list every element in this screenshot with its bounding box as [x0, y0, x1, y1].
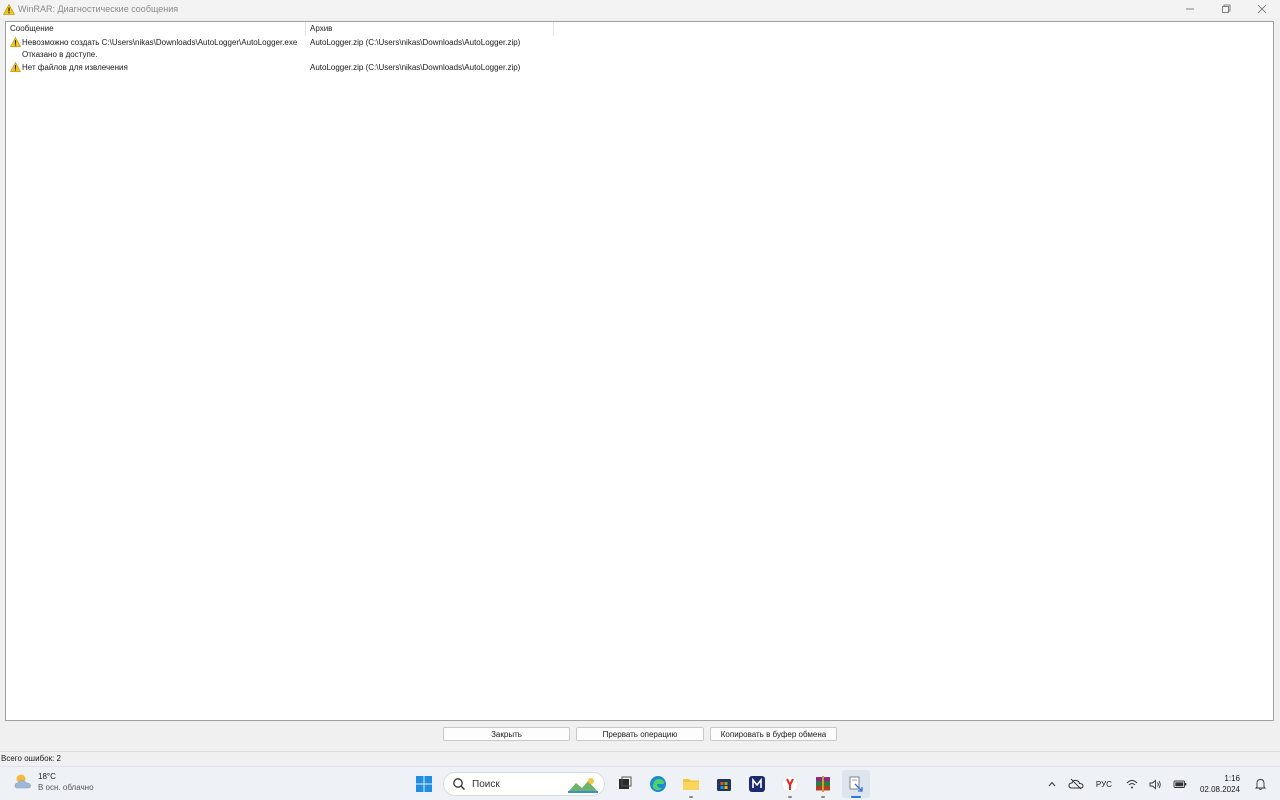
row-archive: AutoLogger.zip (C:\Users\nikas\Downloads…	[310, 62, 521, 72]
taskbar: 18°C В осн. облачно Поиск РУС 1:16 02.08…	[0, 766, 1280, 800]
show-hidden-icons-button[interactable]	[1042, 774, 1062, 794]
taskbar-apps: Поиск	[410, 770, 875, 798]
table-row[interactable]: Отказано в доступе.	[6, 49, 1273, 62]
copy-to-clipboard-button[interactable]: Копировать в буфер обмена	[710, 727, 837, 741]
app-n-icon	[749, 776, 765, 792]
system-clock[interactable]: 1:16 02.08.2024	[1200, 773, 1240, 795]
title-bar: WinRAR: Диагностические сообщения	[0, 0, 1280, 18]
weather-temperature: 18°C	[38, 772, 56, 781]
weather-condition: В осн. облачно	[38, 783, 94, 792]
clock-date: 02.08.2024	[1199, 785, 1240, 794]
row-archive: AutoLogger.zip (C:\Users\nikas\Downloads…	[310, 37, 521, 47]
system-tray: РУС 1:16 02.08.2024	[1042, 767, 1280, 800]
start-button[interactable]	[410, 770, 438, 798]
store-icon	[717, 779, 731, 791]
onedrive-tray-button[interactable]	[1066, 774, 1086, 794]
window-title: WinRAR: Диагностические сообщения	[18, 4, 179, 14]
edge-browser-icon	[650, 776, 666, 792]
close-button[interactable]: Закрыть	[443, 727, 570, 741]
row-message: Отказано в доступе.	[22, 50, 98, 60]
notifications-button[interactable]	[1250, 774, 1270, 794]
task-view-button[interactable]	[611, 770, 639, 798]
search-icon	[453, 778, 465, 790]
restore-icon	[1222, 4, 1231, 13]
taskbar-edge[interactable]	[644, 770, 672, 798]
volume-button[interactable]	[1146, 774, 1166, 794]
windows-logo-icon	[416, 776, 432, 792]
taskbar-app-n[interactable]	[743, 770, 771, 798]
bell-icon	[1254, 779, 1266, 790]
winrar-icon	[816, 776, 830, 792]
taskbar-search[interactable]: Поиск	[443, 772, 605, 796]
search-highlight-icon	[568, 778, 598, 793]
network-button[interactable]	[1122, 774, 1142, 794]
battery-icon	[1173, 780, 1187, 788]
close-window-button[interactable]	[1244, 0, 1280, 18]
column-header-message[interactable]: Сообщение	[6, 22, 306, 36]
taskbar-yandex-browser[interactable]	[776, 770, 804, 798]
restore-button[interactable]	[1208, 0, 1244, 18]
close-icon	[1257, 4, 1267, 14]
chevron-up-icon	[1048, 781, 1056, 787]
warning-icon	[2, 2, 16, 16]
battery-button[interactable]	[1170, 774, 1190, 794]
row-message: Невозможно создать C:\Users\nikas\Downlo…	[22, 37, 298, 47]
status-bar: Всего ошибок: 2	[0, 751, 1280, 765]
search-placeholder: Поиск	[472, 778, 500, 790]
warning-icon	[8, 36, 22, 48]
minimize-button[interactable]	[1172, 0, 1208, 18]
cloud-icon	[1068, 778, 1084, 790]
cloudy-weather-icon	[14, 774, 31, 789]
column-header-archive[interactable]: Архив	[306, 22, 554, 36]
input-language[interactable]: РУС	[1096, 780, 1112, 789]
warning-icon	[8, 61, 22, 73]
weather-widget[interactable]: 18°C В осн. облачно	[12, 771, 94, 793]
abort-operation-button[interactable]: Прервать операцию	[576, 727, 704, 741]
minimize-icon	[1186, 8, 1194, 10]
speaker-icon	[1150, 779, 1162, 789]
messages-list[interactable]: Сообщение Архив Невозможно создать C:\Us…	[5, 21, 1274, 721]
dialog-buttons: Закрыть Прервать операцию Копировать в б…	[0, 727, 1280, 741]
row-message: Нет файлов для извлечения	[22, 62, 128, 72]
folder-icon	[683, 779, 699, 790]
taskbar-winrar[interactable]	[809, 770, 837, 798]
task-view-icon	[619, 776, 632, 789]
table-row[interactable]: Нет файлов для извлечения AutoLogger.zip…	[6, 61, 1273, 74]
diagnostics-app-icon	[849, 776, 863, 792]
taskbar-file-explorer[interactable]	[677, 770, 705, 798]
list-header: Сообщение Архив	[6, 22, 556, 36]
taskbar-active-app[interactable]	[842, 770, 870, 798]
wifi-icon	[1126, 780, 1138, 789]
list-rows: Невозможно создать C:\Users\nikas\Downlo…	[6, 36, 1273, 74]
taskbar-store[interactable]	[710, 770, 738, 798]
yandex-browser-icon	[781, 775, 799, 793]
table-row[interactable]: Невозможно создать C:\Users\nikas\Downlo…	[6, 36, 1273, 49]
window-controls	[1172, 0, 1280, 18]
error-count: Всего ошибок: 2	[1, 754, 61, 763]
clock-time: 1:16	[1224, 774, 1240, 783]
